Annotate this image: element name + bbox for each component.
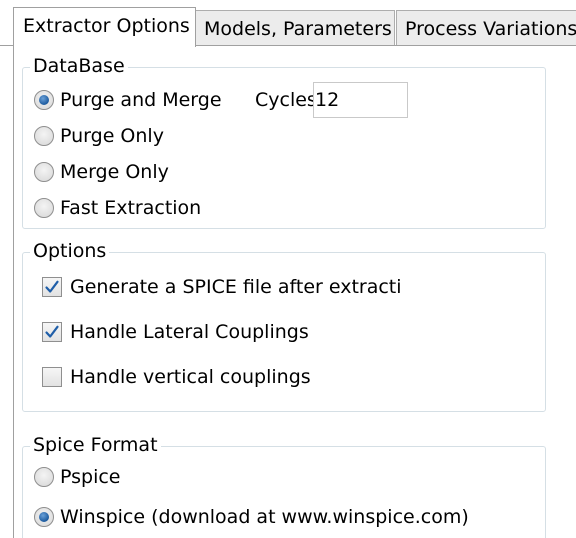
radio-purge-and-merge-label: Purge and Merge xyxy=(60,88,222,111)
checkbox-box[interactable] xyxy=(42,322,62,342)
panel-border xyxy=(13,45,14,538)
tab-process-variations-label: Process Variations xyxy=(405,18,576,40)
radio-button[interactable] xyxy=(34,90,54,110)
checkbox-vertical-couplings-label: Handle vertical couplings xyxy=(70,365,311,388)
radio-pspice[interactable]: Pspice xyxy=(34,466,121,488)
radio-button[interactable] xyxy=(34,198,54,218)
tab-strip: Extractor Options Models, Parameters Pro… xyxy=(0,0,576,47)
radio-merge-only[interactable]: Merge Only xyxy=(34,161,169,183)
radio-winspice-label: Winspice (download at www.winspice.com) xyxy=(60,505,469,528)
radio-winspice[interactable]: Winspice (download at www.winspice.com) xyxy=(34,506,469,528)
radio-purge-only[interactable]: Purge Only xyxy=(34,125,164,147)
checkbox-vertical-couplings[interactable]: Handle vertical couplings xyxy=(42,365,311,389)
checkbox-generate-spice-label: Generate a SPICE file after extracti xyxy=(70,275,402,298)
checkbox-generate-spice[interactable]: Generate a SPICE file after extracti xyxy=(42,275,402,299)
radio-button[interactable] xyxy=(34,507,54,527)
radio-merge-only-label: Merge Only xyxy=(60,160,169,183)
tab-models-parameters[interactable]: Models, Parameters xyxy=(195,10,395,46)
tab-models-parameters-label: Models, Parameters xyxy=(204,18,392,40)
radio-pspice-label: Pspice xyxy=(60,465,121,488)
radio-button[interactable] xyxy=(34,126,54,146)
extractor-dialog: Extractor Options Models, Parameters Pro… xyxy=(0,0,576,538)
radio-purge-and-merge[interactable]: Purge and Merge xyxy=(34,89,222,111)
checkbox-lateral-couplings-label: Handle Lateral Couplings xyxy=(70,320,309,343)
checkbox-lateral-couplings[interactable]: Handle Lateral Couplings xyxy=(42,320,309,344)
radio-fast-extraction[interactable]: Fast Extraction xyxy=(34,197,201,219)
spice-format-group-title: Spice Format xyxy=(30,436,161,455)
options-group-title: Options xyxy=(30,242,110,261)
tab-extractor-options-label: Extractor Options xyxy=(23,15,190,37)
check-mark-icon xyxy=(45,280,59,293)
radio-button[interactable] xyxy=(34,467,54,487)
cycles-input[interactable] xyxy=(313,82,408,118)
database-group-title: DataBase xyxy=(30,57,128,76)
radio-purge-only-label: Purge Only xyxy=(60,124,164,147)
radio-button[interactable] xyxy=(34,162,54,182)
radio-fast-extraction-label: Fast Extraction xyxy=(60,196,202,219)
tab-process-variations[interactable]: Process Variations xyxy=(396,10,576,46)
check-mark-icon xyxy=(45,325,59,338)
cycles-label: Cycles xyxy=(255,89,313,111)
checkbox-box[interactable] xyxy=(42,367,62,387)
tab-extractor-options[interactable]: Extractor Options xyxy=(13,7,196,47)
checkbox-box[interactable] xyxy=(42,277,62,297)
